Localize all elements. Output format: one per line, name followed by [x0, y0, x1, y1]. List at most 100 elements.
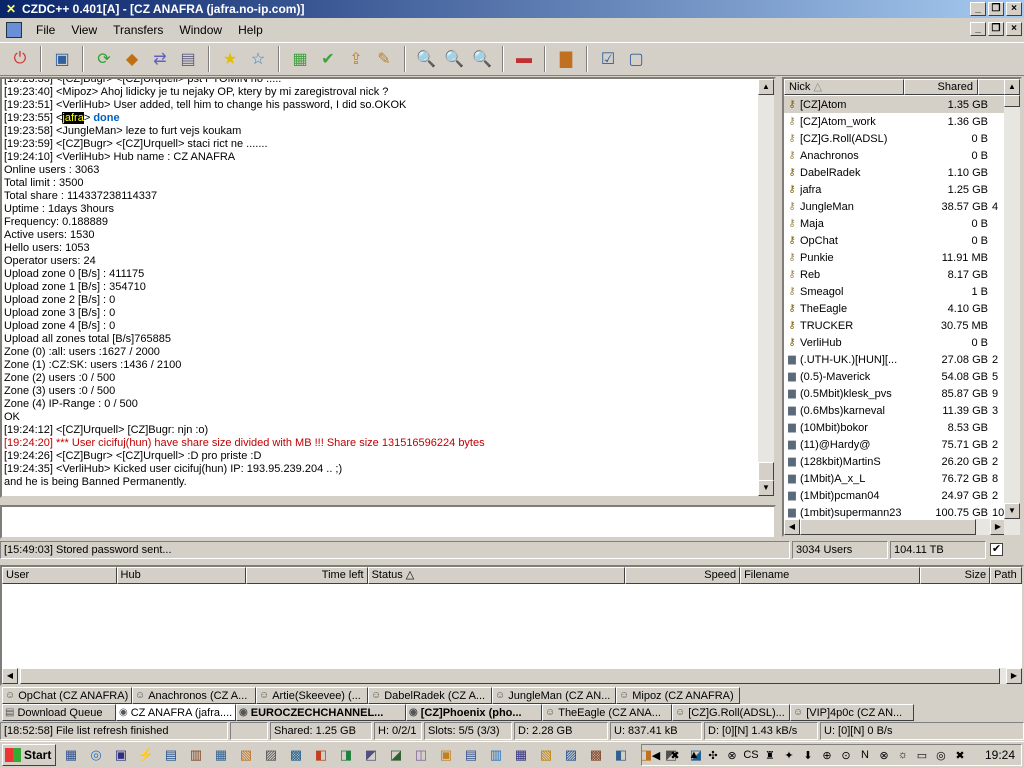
search-spy-icon[interactable]: 🔍	[470, 47, 494, 71]
notepad-icon[interactable]: ▤	[176, 47, 200, 71]
adl-search-icon[interactable]: 🔍	[442, 47, 466, 71]
help-icon[interactable]: ▢	[624, 47, 648, 71]
scroll-right-icon[interactable]: ▶	[1006, 668, 1022, 684]
transfer-column-header[interactable]: Status △	[367, 567, 625, 584]
menu-transfers[interactable]: Transfers	[105, 23, 171, 37]
tray-app-icon[interactable]: ◎	[933, 749, 949, 762]
app-icon[interactable]: ◫	[410, 745, 432, 765]
window-tab[interactable]: ☺ JungleMan (CZ AN...	[492, 687, 616, 704]
tray-app-icon[interactable]: ✖	[952, 749, 968, 762]
ie-icon[interactable]: ◎	[85, 745, 107, 765]
scroll-down-icon[interactable]: ▼	[758, 480, 774, 496]
column-nick[interactable]: Nick △	[784, 79, 904, 95]
scroll-up-icon[interactable]: ▲	[758, 79, 774, 95]
window-tab[interactable]: ☺ Anachronos (CZ A...	[132, 687, 256, 704]
user-row[interactable]: ⚷ JungleMan 38.57 GB 4	[784, 198, 1006, 215]
user-row[interactable]: ▆ (0.6Mbs)karneval 11.39 GB 3	[784, 402, 1006, 419]
column-shared[interactable]: Shared	[904, 79, 978, 95]
user-row[interactable]: ⚷ Reb 8.17 GB	[784, 266, 1006, 283]
user-row[interactable]: ▆ (.UTH-UK.)[HUN][... 27.08 GB 2	[784, 351, 1006, 368]
user-row[interactable]: ▆ (0.5)-Maverick 54.08 GB 5	[784, 368, 1006, 385]
tray-app-icon[interactable]: ✖	[667, 749, 683, 762]
user-row[interactable]: ▆ (1Mbit)pcman04 24.97 GB 2	[784, 487, 1006, 504]
message-input[interactable]	[0, 505, 776, 539]
upload-icon[interactable]: ⇪	[344, 47, 368, 71]
menu-window[interactable]: Window	[171, 23, 230, 37]
app-icon[interactable]: ▣	[435, 745, 457, 765]
window-tab[interactable]: ☺ [VIP]4p0c (CZ AN...	[790, 704, 914, 721]
window-tab[interactable]: ☺ Artie(Skeevee) (...	[256, 687, 368, 704]
app-icon[interactable]: ▤	[460, 745, 482, 765]
user-row[interactable]: ▆ (10Mbit)bokor 8.53 GB	[784, 419, 1006, 436]
tray-app-icon[interactable]: ⊗	[876, 749, 892, 762]
winamp-icon[interactable]: ⚡	[135, 745, 157, 765]
window-tab[interactable]: ☺ DabelRadek (CZ A...	[368, 687, 492, 704]
network-icon[interactable]: ⇄	[148, 47, 172, 71]
user-row[interactable]: ⚷ DabelRadek 1.10 GB	[784, 164, 1006, 181]
minimize-button[interactable]: _	[970, 2, 986, 16]
transfer-column-header[interactable]: Speed	[624, 567, 741, 584]
user-row[interactable]: ⚷ Anachronos 0 B	[784, 147, 1006, 164]
start-button[interactable]: Start	[2, 744, 56, 766]
scroll-up-icon[interactable]: ▲	[1004, 79, 1020, 95]
tray-app-icon[interactable]: ◀	[648, 749, 664, 762]
window-tab[interactable]: ◉ [CZ]Phoenix (pho...	[406, 704, 542, 721]
menu-help[interactable]: Help	[230, 23, 271, 37]
net-stats-icon[interactable]: ▬	[512, 47, 536, 71]
user-row[interactable]: ▆ (128kbit)MartinS 26.20 GB 2	[784, 453, 1006, 470]
tray-app-icon[interactable]: ✦	[781, 749, 797, 762]
hub-userlist-checkbox[interactable]: ✔	[990, 543, 1003, 556]
user-row[interactable]: ▆ (0.5Mbit)klesk_pvs 85.87 GB 9	[784, 385, 1006, 402]
user-row[interactable]: ⚷ [CZ]Atom 1.35 GB	[784, 96, 1006, 113]
user-row[interactable]: ▆ (11)@Hardy@ 75.71 GB 2	[784, 436, 1006, 453]
app-icon[interactable]: ▩	[585, 745, 607, 765]
tray-app-icon[interactable]: ✣	[705, 749, 721, 762]
user-row[interactable]: ⚷ Smeagol 1 B	[784, 283, 1006, 300]
app-icon[interactable]: ✕	[4, 2, 18, 16]
open-downloads-icon[interactable]: ▇	[554, 47, 578, 71]
app-icon[interactable]: ◧	[310, 745, 332, 765]
user-row[interactable]: ⚷ Punkie 11.91 MB	[784, 249, 1006, 266]
scroll-left-icon[interactable]: ◀	[784, 519, 800, 535]
mdi-close-button[interactable]: ×	[1006, 22, 1022, 36]
tray-app-icon[interactable]: ☼	[895, 749, 911, 761]
app-icon[interactable]: ▦	[510, 745, 532, 765]
close-button[interactable]: ×	[1006, 2, 1022, 16]
tray-app-icon[interactable]: CS	[743, 749, 759, 761]
hscroll-thumb[interactable]	[20, 668, 1000, 684]
finished-icon[interactable]: ✔	[316, 47, 340, 71]
menu-file[interactable]: File	[28, 23, 63, 37]
favorite-users-icon[interactable]: ☆	[246, 47, 270, 71]
column-extra[interactable]	[978, 79, 1006, 95]
window-tab[interactable]: ☺ Mipoz (CZ ANAFRA)	[616, 687, 740, 704]
chat-window[interactable]: [19:23:33] <[CZ]Bugr> <[CZ]Urquell> pst …	[0, 77, 776, 498]
user-list-vscrollbar[interactable]: ▲ ▼	[1004, 79, 1020, 535]
transfer-hscrollbar[interactable]: ◀ ▶	[2, 668, 1022, 684]
app-icon[interactable]: ▩	[285, 745, 307, 765]
app-icon[interactable]: ▨	[560, 745, 582, 765]
chat-scrollbar[interactable]: ▲ ▼	[758, 79, 774, 496]
tray-app-icon[interactable]: ⊗	[724, 749, 740, 762]
transfer-column-header[interactable]: Hub	[116, 567, 247, 584]
tray-app-icon[interactable]: ⊕	[819, 749, 835, 762]
transfer-column-header[interactable]: User	[2, 567, 117, 584]
transfer-column-header[interactable]: Time left	[246, 567, 368, 584]
app-icon[interactable]: ▧	[535, 745, 557, 765]
user-row[interactable]: ⚷ Maja 0 B	[784, 215, 1006, 232]
user-row[interactable]: ⚷ TheEagle 4.10 GB	[784, 300, 1006, 317]
app-icon[interactable]: ▦	[210, 745, 232, 765]
tray-app-icon[interactable]: ⊙	[838, 749, 854, 762]
desktop-icon[interactable]: ▦	[60, 745, 82, 765]
clock[interactable]: 19:24	[985, 748, 1015, 762]
user-row[interactable]: ▆ (1Mbit)A_x_L 76.72 GB 8	[784, 470, 1006, 487]
user-row[interactable]: ⚷ [CZ]G.Roll(ADSL) 0 B	[784, 130, 1006, 147]
window-tab[interactable]: ▤ Download Queue	[2, 704, 116, 721]
window-tab[interactable]: ◉ CZ ANAFRA (jafra....	[116, 704, 236, 721]
user-row[interactable]: ⚷ OpChat 0 B	[784, 232, 1006, 249]
user-row[interactable]: ⚷ TRUCKER 30.75 MB	[784, 317, 1006, 334]
window-tab[interactable]: ☺ [CZ]G.Roll(ADSL)...	[672, 704, 790, 721]
app-icon[interactable]: ◪	[385, 745, 407, 765]
mdi-minimize-button[interactable]: _	[970, 22, 986, 36]
window-tab[interactable]: ◉ EUROCZECHCHANNEL...	[236, 704, 406, 721]
mdi-document-icon[interactable]	[6, 22, 22, 38]
